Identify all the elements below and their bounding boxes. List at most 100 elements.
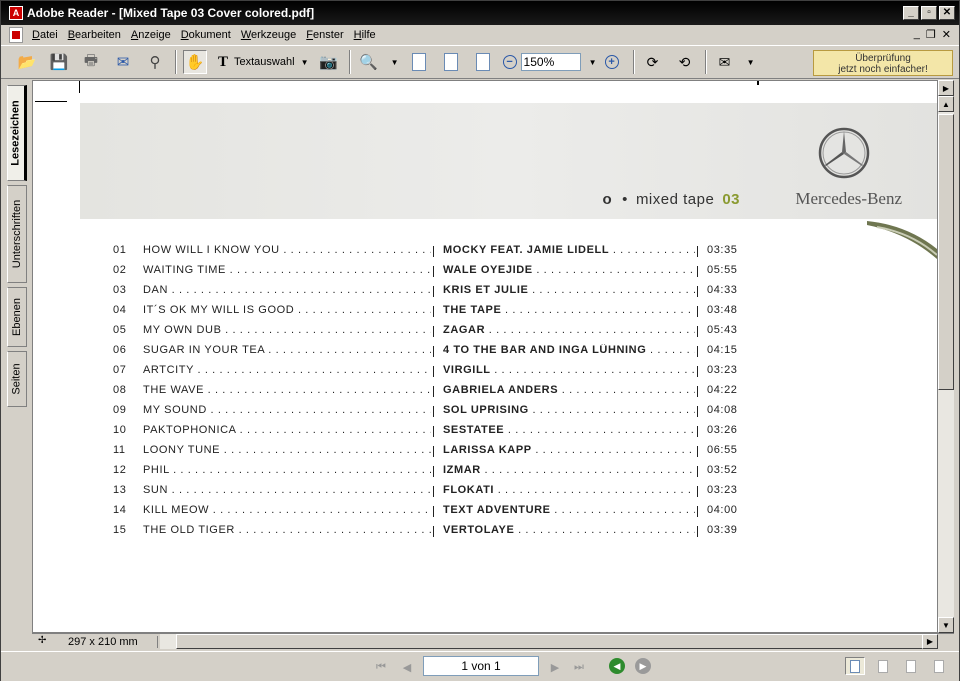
column-divider bbox=[697, 446, 698, 457]
track-artist: 4 TO THE BAR AND INGA LÜHNING bbox=[443, 344, 695, 356]
menu-anzeige[interactable]: Anzeige bbox=[126, 29, 176, 41]
document-view[interactable]: o • mixed tape 03 Mercedes-Benz 01 HOW WILL … bbox=[32, 80, 938, 633]
track-duration: 04:00 bbox=[707, 504, 738, 516]
track-duration: 04:08 bbox=[707, 404, 738, 416]
scroll-right-icon[interactable]: ▶ bbox=[938, 80, 954, 96]
column-divider bbox=[697, 426, 698, 437]
page-navigation-bar: ⏮ ◀ 1 von 1 ▶ ⏭ ◀ ▶ bbox=[1, 651, 959, 681]
track-number: 02 bbox=[113, 264, 127, 276]
chevron-down-icon[interactable]: ▼ bbox=[587, 50, 599, 74]
text-select-label[interactable]: Textauswahl bbox=[234, 56, 295, 68]
snapshot-camera-icon[interactable]: 📷 bbox=[317, 50, 341, 74]
hand-tool-icon[interactable]: ✋ bbox=[183, 50, 207, 74]
tab-ebenen[interactable]: Ebenen bbox=[7, 287, 27, 347]
zoom-out-icon[interactable]: − bbox=[502, 55, 517, 69]
column-divider bbox=[433, 266, 434, 277]
doc-close-icon[interactable]: ✕ bbox=[942, 28, 951, 41]
track-row: 08 THE WAVE GABRIELA ANDERS 04:22 bbox=[113, 384, 773, 404]
track-artist: ZAGAR bbox=[443, 324, 695, 336]
save-icon[interactable]: 💾 bbox=[47, 50, 71, 74]
toolbar-separator bbox=[632, 50, 635, 74]
print-icon[interactable]: 🖶 bbox=[79, 50, 103, 74]
toolbar-separator bbox=[704, 50, 707, 74]
tab-lesezeichen[interactable]: Lesezeichen bbox=[7, 85, 27, 181]
close-button[interactable]: ✕ bbox=[939, 6, 955, 20]
fit-width-icon[interactable] bbox=[471, 50, 495, 74]
sign-envelope-icon[interactable]: ✉ bbox=[713, 50, 737, 74]
single-page-view-icon[interactable] bbox=[845, 657, 865, 675]
menu-dokument[interactable]: Dokument bbox=[176, 29, 236, 41]
split-handle-icon[interactable]: ✢ bbox=[38, 635, 46, 646]
track-number: 10 bbox=[113, 424, 127, 436]
zoom-input[interactable]: 150% bbox=[520, 53, 581, 71]
scroll-down-icon[interactable]: ▼ bbox=[938, 617, 954, 633]
track-number: 03 bbox=[113, 284, 127, 296]
vertical-scroll-thumb[interactable] bbox=[938, 114, 954, 390]
zoom-in-plus-icon[interactable]: + bbox=[604, 55, 619, 69]
column-divider bbox=[433, 286, 434, 297]
horizontal-scrollbar[interactable]: ▶ bbox=[160, 634, 938, 649]
menu-fenster[interactable]: Fenster bbox=[301, 29, 348, 41]
track-duration: 03:23 bbox=[707, 484, 738, 496]
doc-restore-icon[interactable]: ❐ bbox=[926, 28, 936, 41]
page-number-input[interactable]: 1 von 1 bbox=[423, 656, 539, 676]
previous-page-icon[interactable]: ◀ bbox=[399, 660, 415, 674]
column-divider bbox=[433, 346, 434, 357]
tab-seiten[interactable]: Seiten bbox=[7, 351, 27, 407]
toolbar: 📂 💾 🖶 ✉ ⚲ ✋ T Textauswahl ▼ 📷 🔍 ▼ − 150%… bbox=[1, 45, 959, 79]
track-row: 01 HOW WILL I KNOW YOU MOCKY FEAT. JAMIE L… bbox=[113, 244, 773, 264]
search-binoculars-icon[interactable]: ⚲ bbox=[143, 50, 167, 74]
page-size: 297 x 210 mm bbox=[32, 635, 158, 648]
track-artist: MOCKY FEAT. JAMIE LIDELL bbox=[443, 244, 695, 256]
column-divider bbox=[697, 286, 698, 297]
email-icon[interactable]: ✉ bbox=[111, 50, 135, 74]
doc-minimize-icon[interactable]: _ bbox=[914, 28, 920, 41]
next-view-icon[interactable]: ▶ bbox=[635, 658, 651, 674]
track-number: 04 bbox=[113, 304, 127, 316]
maximize-button[interactable]: ▫ bbox=[921, 6, 937, 20]
track-number: 08 bbox=[113, 384, 127, 396]
next-page-icon[interactable]: ▶ bbox=[547, 660, 563, 674]
continuous-facing-view-icon[interactable] bbox=[929, 657, 949, 675]
chevron-down-icon[interactable]: ▼ bbox=[389, 50, 401, 74]
track-title: THE OLD TIGER bbox=[143, 524, 431, 536]
horizontal-scroll-thumb[interactable] bbox=[176, 634, 928, 649]
track-artist: VERTOLAYE bbox=[443, 524, 695, 536]
zoom-in-icon[interactable]: 🔍 bbox=[357, 50, 381, 74]
track-duration: 03:23 bbox=[707, 364, 738, 376]
document-icon[interactable] bbox=[9, 27, 23, 43]
scroll-up-icon[interactable]: ▲ bbox=[938, 96, 954, 112]
chevron-down-icon[interactable]: ▼ bbox=[745, 50, 757, 74]
menu-bearbeiten[interactable]: Bearbeiten bbox=[63, 29, 126, 41]
brand-name: Mercedes-Benz bbox=[795, 189, 902, 208]
track-duration: 04:33 bbox=[707, 284, 738, 296]
rotate-counterclockwise-icon[interactable]: ⟲ bbox=[673, 50, 697, 74]
text-select-icon[interactable]: T bbox=[215, 50, 231, 74]
track-artist: VIRGILL bbox=[443, 364, 695, 376]
scroll-right-icon[interactable]: ▶ bbox=[922, 634, 938, 649]
app-window: A Adobe Reader - [Mixed Tape 03 Cover co… bbox=[0, 0, 960, 681]
open-folder-icon[interactable]: 📂 bbox=[15, 50, 39, 74]
fit-page-icon[interactable] bbox=[439, 50, 463, 74]
rotate-clockwise-icon[interactable]: ⟳ bbox=[641, 50, 665, 74]
facing-view-icon[interactable] bbox=[901, 657, 921, 675]
last-page-icon[interactable]: ⏭ bbox=[571, 660, 587, 674]
previous-view-icon[interactable]: ◀ bbox=[609, 658, 625, 674]
track-number: 12 bbox=[113, 464, 127, 476]
column-divider bbox=[697, 506, 698, 517]
column-divider bbox=[697, 526, 698, 537]
continuous-view-icon[interactable] bbox=[873, 657, 893, 675]
tab-unterschriften[interactable]: Unterschriften bbox=[7, 185, 27, 283]
menu-datei[interactable]: Datei bbox=[27, 29, 63, 41]
track-number: 11 bbox=[113, 444, 126, 456]
menu-werkzeuge[interactable]: Werkzeuge bbox=[236, 29, 301, 41]
chevron-down-icon[interactable]: ▼ bbox=[299, 50, 311, 74]
review-promo-button[interactable]: Überprüfung jetzt noch einfacher! bbox=[813, 50, 953, 76]
minimize-button[interactable]: _ bbox=[903, 6, 919, 20]
first-page-icon[interactable]: ⏮ bbox=[373, 660, 389, 674]
actual-size-icon[interactable] bbox=[407, 50, 431, 74]
column-divider bbox=[697, 266, 698, 277]
window-controls: _ ▫ ✕ bbox=[903, 6, 955, 20]
menu-hilfe[interactable]: Hilfe bbox=[349, 29, 381, 41]
vertical-scrollbar[interactable]: ▶ ▲ ▼ bbox=[938, 80, 954, 633]
